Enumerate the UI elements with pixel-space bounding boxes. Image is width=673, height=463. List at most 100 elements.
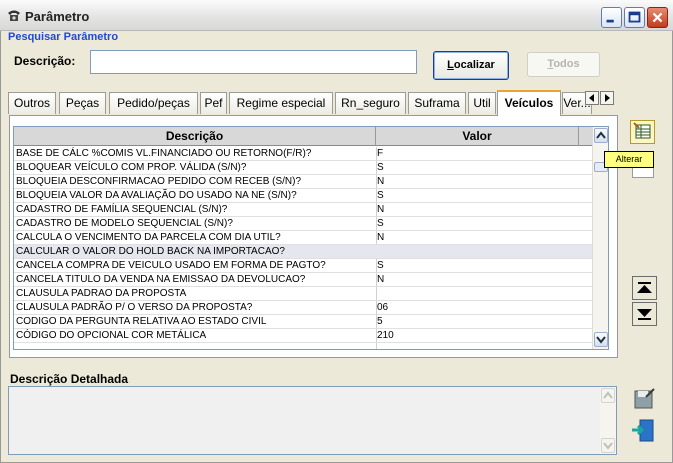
parameters-grid[interactable]: Descrição Valor BASE DE CÁLC %COMIS VL.F…: [13, 126, 609, 350]
move-top-icon: [637, 282, 652, 293]
grid-header: Descrição Valor: [14, 127, 592, 146]
grid-rows: BASE DE CÁLC %COMIS VL.FINANCIADO OU RET…: [14, 147, 592, 343]
window-title: Parâmetro: [25, 9, 90, 24]
edit-tooltip: Alterar: [604, 151, 654, 168]
maximize-icon: [628, 11, 641, 23]
minimize-icon: [606, 19, 614, 23]
column-header-descricao[interactable]: Descrição: [14, 127, 376, 146]
cell-valor: [377, 287, 587, 301]
tab-util[interactable]: Util: [468, 92, 496, 114]
exit-door-icon: [632, 419, 654, 442]
cell-descricao: BASE DE CÁLC %COMIS VL.FINANCIADO OU RET…: [16, 148, 312, 159]
table-row[interactable]: BLOQUEAR VEÍCULO COM PROP. VÁLIDA (S/N)?…: [14, 161, 592, 175]
save-button[interactable]: [632, 387, 657, 411]
table-row[interactable]: CALCULAR O VALOR DO HOLD BACK NA IMPORTA…: [14, 245, 592, 259]
close-icon: [652, 12, 663, 23]
table-row[interactable]: CANCELA TITULO DA VENDA NA EMISSAO DA DE…: [14, 273, 592, 287]
cell-valor: F: [377, 148, 384, 159]
cell-descricao: BLOQUEAR VEÍCULO COM PROP. VÁLIDA (S/N)?: [16, 162, 247, 173]
cell-descricao: CANCELA COMPRA DE VEICULO USADO EM FORMA…: [16, 260, 326, 271]
edit-table-icon: [633, 122, 651, 139]
description-label: Descrição:: [14, 54, 76, 68]
detail-scroll-up-button[interactable]: [601, 388, 615, 403]
find-button-accelerator: L: [447, 59, 454, 71]
cell-descricao: CADASTRO DE FAMÍLIA SEQUENCIAL (S/N)?: [16, 204, 228, 215]
table-row[interactable]: CLAUSULA PADRAO DA PROPOSTA: [14, 287, 592, 301]
title-bar: Parâmetro: [0, 0, 673, 31]
cell-valor: 5: [377, 316, 383, 327]
cell-descricao: BLOQUEIA VALOR DA AVALIAÇÃO DO USADO NA …: [16, 190, 297, 201]
tooltip-shadow: [632, 168, 654, 178]
tab-regime-especial[interactable]: Regime especial: [229, 92, 333, 114]
tab-scroll-right-button[interactable]: [600, 91, 614, 105]
chevron-up-icon: [596, 131, 606, 139]
minimize-button[interactable]: [601, 7, 622, 28]
tab-pef[interactable]: Pef: [200, 92, 227, 114]
move-up-button[interactable]: [632, 276, 657, 300]
tab-scroll-left-button[interactable]: [585, 91, 599, 105]
move-down-button[interactable]: [632, 302, 657, 326]
cell-valor: N: [377, 176, 385, 187]
table-row[interactable]: CLAUSULA PADRÃO P/ O VERSO DA PROPOSTA? 0…: [14, 301, 592, 315]
cell-descricao: CALCULA O VENCIMENTO DA PARCELA COM DIA …: [16, 232, 281, 243]
tab-outros[interactable]: Outros: [8, 92, 56, 114]
phone-icon: [8, 10, 20, 21]
exit-button[interactable]: [630, 418, 655, 442]
grid-scroll-down-button[interactable]: [594, 332, 608, 347]
cell-valor: S: [377, 218, 384, 229]
grid-scroll-up-button[interactable]: [594, 128, 608, 143]
table-row[interactable]: CODIGO DA PERGUNTA RELATIVA AO ESTADO CI…: [14, 315, 592, 329]
cell-descricao: CANCELA TITULO DA VENDA NA EMISSAO DA DE…: [16, 274, 306, 285]
cell-valor: S: [377, 162, 384, 173]
find-button[interactable]: Localizar: [433, 51, 509, 80]
tab-strip: Outros Peças Pedido/peças Pef Regime esp…: [8, 90, 618, 116]
table-row[interactable]: CADASTRO DE MODELO SEQUENCIAL (S/N)? S: [14, 217, 592, 231]
cell-valor: 06: [377, 302, 389, 313]
table-row[interactable]: CALCULA O VENCIMENTO DA PARCELA COM DIA …: [14, 231, 592, 245]
cell-valor: N: [377, 274, 385, 285]
cell-valor: 210: [377, 330, 394, 341]
table-row[interactable]: BLOQUEIA DESCONFIRMACAO PEDIDO COM RECEB…: [14, 175, 592, 189]
column-header-valor[interactable]: Valor: [376, 127, 579, 146]
chevron-right-icon: [605, 94, 610, 102]
chevron-down-icon: [596, 336, 606, 344]
cell-valor: S: [377, 190, 384, 201]
tab-suframa[interactable]: Suframa: [408, 92, 466, 114]
move-bottom-icon: [637, 309, 652, 320]
table-row[interactable]: BLOQUEIA VALOR DA AVALIAÇÃO DO USADO NA …: [14, 189, 592, 203]
cell-descricao: CALCULAR O VALOR DO HOLD BACK NA IMPORTA…: [16, 246, 285, 257]
cell-descricao: CLAUSULA PADRAO DA PROPOSTA: [16, 288, 187, 299]
cell-descricao: CADASTRO DE MODELO SEQUENCIAL (S/N)?: [16, 218, 233, 229]
tab-rn-seguro[interactable]: Rn_seguro: [335, 92, 406, 114]
tab-pedido-pecas[interactable]: Pedido/peças: [109, 92, 198, 114]
cell-descricao: CODIGO DA PERGUNTA RELATIVA AO ESTADO CI…: [16, 316, 267, 327]
detail-scroll-down-button[interactable]: [601, 438, 615, 453]
cell-descricao: CLAUSULA PADRÃO P/ O VERSO DA PROPOSTA?: [16, 302, 253, 313]
find-button-label: ocalizar: [453, 59, 495, 71]
detail-label: Descrição Detalhada: [10, 372, 129, 386]
chevron-left-icon: [589, 94, 594, 102]
table-row[interactable]: CÓDIGO DO OPCIONAL COR METÁLICA 210: [14, 329, 592, 343]
close-button[interactable]: [647, 7, 668, 28]
chevron-up-icon: [603, 391, 613, 399]
cell-valor: [377, 245, 587, 259]
search-group-caption: Pesquisar Parâmetro: [8, 31, 119, 43]
cell-valor: N: [377, 232, 385, 243]
tab-pecas[interactable]: Peças: [59, 92, 106, 114]
edit-button[interactable]: [630, 120, 655, 144]
cell-descricao: BLOQUEIA DESCONFIRMACAO PEDIDO COM RECEB…: [16, 176, 302, 187]
table-row[interactable]: CADASTRO DE FAMÍLIA SEQUENCIAL (S/N)? N: [14, 203, 592, 217]
maximize-button[interactable]: [624, 7, 645, 28]
cell-valor: N: [377, 204, 385, 215]
detailed-description-textarea[interactable]: [8, 386, 617, 455]
detail-vertical-scrollbar[interactable]: [600, 387, 616, 454]
table-row[interactable]: BASE DE CÁLC %COMIS VL.FINANCIADO OU RET…: [14, 147, 592, 161]
show-all-button[interactable]: Todos: [527, 52, 600, 77]
tab-veiculos[interactable]: Veículos: [497, 90, 561, 116]
description-search-input[interactable]: [90, 50, 417, 74]
cell-descricao: CÓDIGO DO OPCIONAL COR METÁLICA: [16, 330, 207, 341]
save-disk-icon: [634, 388, 655, 409]
chevron-down-icon: [603, 442, 613, 450]
table-row[interactable]: CANCELA COMPRA DE VEICULO USADO EM FORMA…: [14, 259, 592, 273]
show-all-button-label: odos: [553, 58, 580, 70]
